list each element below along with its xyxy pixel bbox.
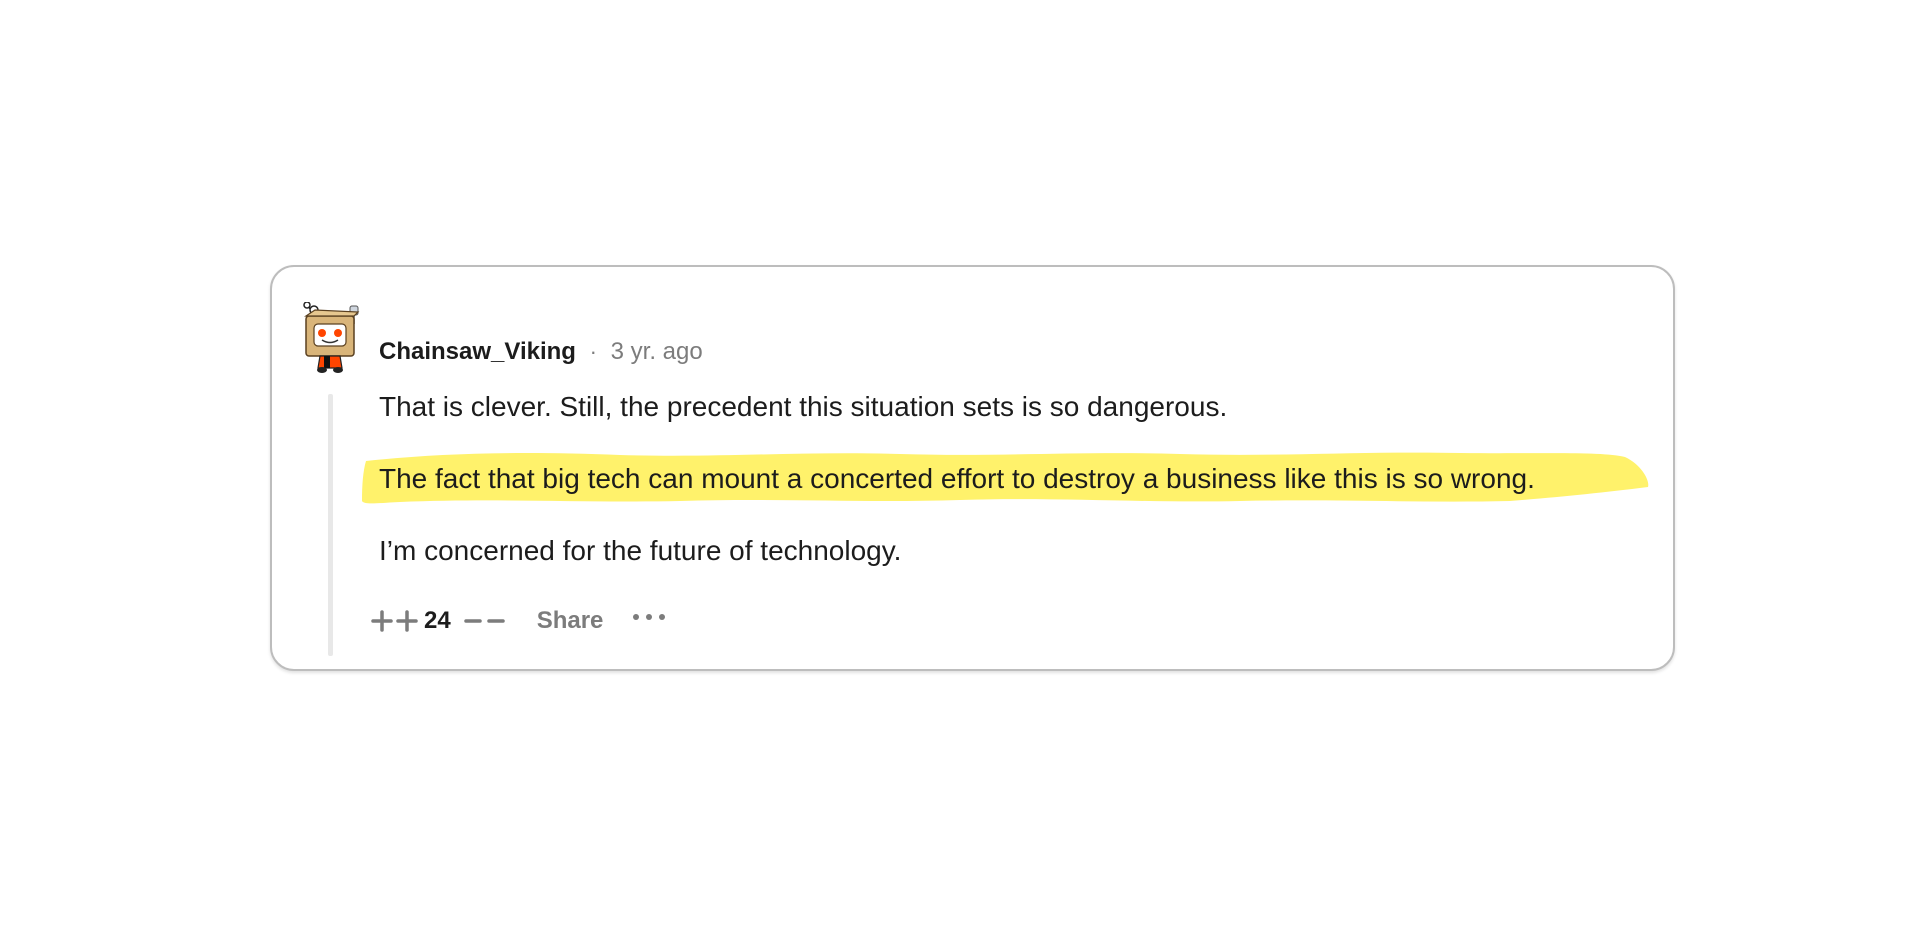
comment-card: Chainsaw_Viking · 3 yr. ago That is clev… [270,265,1675,671]
double-plus-icon [371,610,418,632]
comment-meta: Chainsaw_Viking · 3 yr. ago [379,337,703,367]
downvote-button[interactable] [463,607,507,635]
comment-paragraph-1: That is clever. Still, the precedent thi… [379,391,1228,422]
more-options-button[interactable] [632,612,666,622]
timestamp[interactable]: 3 yr. ago [611,338,703,365]
reddit-snoo-box-avatar-icon [303,302,360,373]
comment-actions: 24 Share [370,603,666,639]
share-button[interactable]: Share [537,607,604,635]
vote-score: 24 [424,607,451,634]
comment-paragraph-2: The fact that big tech can mount a conce… [379,463,1535,494]
avatar[interactable] [300,302,364,374]
username[interactable]: Chainsaw_Viking [379,338,576,365]
ellipsis-icon [633,614,666,620]
upvote-button[interactable] [370,607,420,635]
thread-line[interactable] [328,394,333,656]
meta-separator: · [589,339,597,364]
comment-paragraph-3: I’m concerned for the future of technolo… [379,535,902,566]
